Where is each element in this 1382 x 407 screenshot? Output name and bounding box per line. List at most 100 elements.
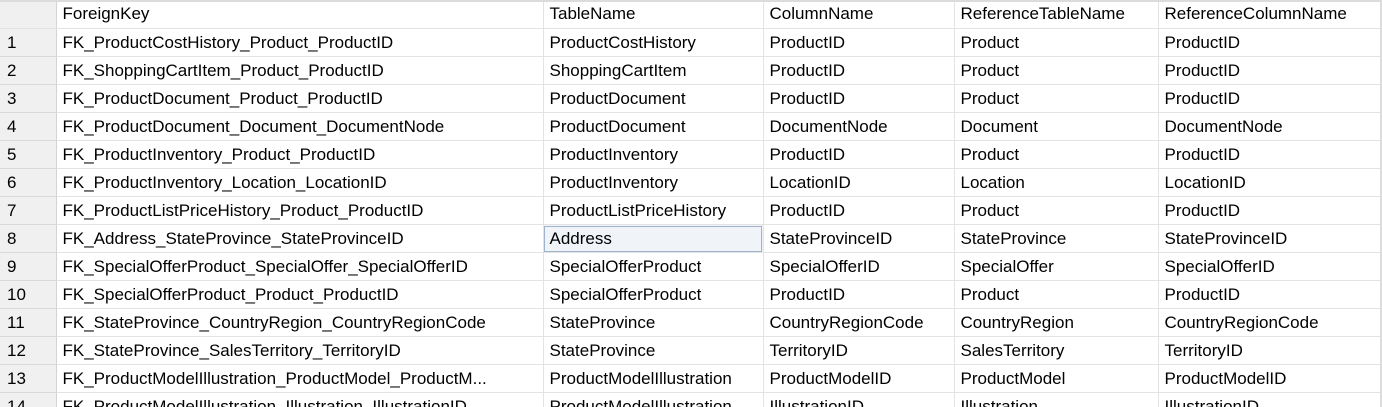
foreign-key-cell[interactable]: FK_ShoppingCartItem_Product_ProductID — [56, 56, 544, 85]
reference-column-name-cell[interactable]: DocumentNode — [1158, 112, 1382, 141]
foreign-key-cell[interactable]: FK_StateProvince_CountryRegion_CountryRe… — [56, 308, 544, 337]
column-name-cell[interactable]: SpecialOfferID — [763, 252, 955, 281]
column-name-cell[interactable]: CountryRegionCode — [763, 308, 955, 337]
foreign-key-cell[interactable]: FK_ProductModelIllustration_Illustration… — [56, 392, 544, 407]
table-row[interactable]: 12 FK_StateProvince_SalesTerritory_Territ… — [0, 336, 1382, 365]
table-row[interactable]: 13 FK_ProductModelIllustration_ProductMod… — [0, 364, 1382, 393]
column-name-cell[interactable]: StateProvinceID — [763, 224, 955, 253]
table-name-cell[interactable]: SpecialOfferProduct — [543, 252, 764, 281]
row-number-cell[interactable]: 13 — [0, 364, 57, 393]
foreign-key-cell[interactable]: FK_SpecialOfferProduct_SpecialOffer_Spec… — [56, 252, 544, 281]
reference-column-name-cell[interactable]: LocationID — [1158, 168, 1382, 197]
table-row[interactable]: 1 FK_ProductCostHistory_Product_ProductID… — [0, 28, 1382, 57]
table-row[interactable]: 5 FK_ProductInventory_Product_ProductID Pr… — [0, 140, 1382, 169]
table-name-cell[interactable]: ProductModelIllustration — [543, 364, 764, 393]
reference-table-name-cell[interactable]: ProductModel — [954, 364, 1159, 393]
row-number-cell[interactable]: 10 — [0, 280, 57, 309]
row-number-cell[interactable]: 8 — [0, 224, 57, 253]
reference-column-name-cell[interactable]: ProductID — [1158, 28, 1382, 57]
reference-table-name-cell[interactable]: Product — [954, 140, 1159, 169]
reference-table-name-cell[interactable]: Product — [954, 84, 1159, 113]
foreign-key-cell[interactable]: FK_ProductDocument_Document_DocumentNode — [56, 112, 544, 141]
table-name-cell[interactable]: ProductDocument — [543, 112, 764, 141]
table-name-cell[interactable]: ProductInventory — [543, 168, 764, 197]
row-number-cell[interactable]: 3 — [0, 84, 57, 113]
table-row[interactable]: 11 FK_StateProvince_CountryRegion_Country… — [0, 308, 1382, 337]
reference-column-name-cell[interactable]: ProductID — [1158, 84, 1382, 113]
table-name-cell[interactable]: StateProvince — [543, 336, 764, 365]
foreign-key-cell[interactable]: FK_ProductDocument_Product_ProductID — [56, 84, 544, 113]
table-name-cell[interactable]: SpecialOfferProduct — [543, 280, 764, 309]
reference-column-name-cell[interactable]: TerritoryID — [1158, 336, 1382, 365]
table-row[interactable]: 7 FK_ProductListPriceHistory_Product_Prod… — [0, 196, 1382, 225]
column-name-cell[interactable]: ProductID — [763, 84, 955, 113]
table-name-cell[interactable]: StateProvince — [543, 308, 764, 337]
column-name-cell[interactable]: DocumentNode — [763, 112, 955, 141]
reference-table-name-cell[interactable]: SalesTerritory — [954, 336, 1159, 365]
reference-table-name-cell[interactable]: StateProvince — [954, 224, 1159, 253]
table-name-cell[interactable]: ProductDocument — [543, 84, 764, 113]
foreign-key-cell[interactable]: FK_ProductListPriceHistory_Product_Produ… — [56, 196, 544, 225]
column-header-reference-table-name[interactable]: ReferenceTableName — [954, 0, 1159, 29]
table-row[interactable]: 6 FK_ProductInventory_Location_LocationID… — [0, 168, 1382, 197]
foreign-key-cell[interactable]: FK_ProductInventory_Location_LocationID — [56, 168, 544, 197]
row-number-cell[interactable]: 11 — [0, 308, 57, 337]
reference-table-name-cell[interactable]: Product — [954, 28, 1159, 57]
row-number-cell[interactable]: 14 — [0, 392, 57, 407]
foreign-key-cell[interactable]: FK_Address_StateProvince_StateProvinceID — [56, 224, 544, 253]
row-number-cell[interactable]: 6 — [0, 168, 57, 197]
reference-table-name-cell[interactable]: Product — [954, 280, 1159, 309]
table-row[interactable]: 8 FK_Address_StateProvince_StateProvinceI… — [0, 224, 1382, 253]
column-header-column-name[interactable]: ColumnName — [763, 0, 955, 29]
table-name-cell[interactable]: Address — [543, 224, 764, 253]
table-name-cell[interactable]: ShoppingCartItem — [543, 56, 764, 85]
row-number-cell[interactable]: 1 — [0, 28, 57, 57]
row-number-cell[interactable]: 9 — [0, 252, 57, 281]
reference-column-name-cell[interactable]: ProductModelID — [1158, 364, 1382, 393]
reference-table-name-cell[interactable]: Document — [954, 112, 1159, 141]
foreign-key-cell[interactable]: FK_StateProvince_SalesTerritory_Territor… — [56, 336, 544, 365]
column-name-cell[interactable]: ProductID — [763, 280, 955, 309]
column-name-cell[interactable]: ProductID — [763, 28, 955, 57]
reference-column-name-cell[interactable]: CountryRegionCode — [1158, 308, 1382, 337]
reference-table-name-cell[interactable]: Product — [954, 196, 1159, 225]
table-name-cell[interactable]: ProductInventory — [543, 140, 764, 169]
table-name-cell[interactable]: ProductCostHistory — [543, 28, 764, 57]
row-number-cell[interactable]: 7 — [0, 196, 57, 225]
column-name-cell[interactable]: IllustrationID — [763, 392, 955, 407]
column-name-cell[interactable]: LocationID — [763, 168, 955, 197]
reference-column-name-cell[interactable]: SpecialOfferID — [1158, 252, 1382, 281]
table-name-cell[interactable]: ProductListPriceHistory — [543, 196, 764, 225]
table-row[interactable]: 2 FK_ShoppingCartItem_Product_ProductID Sh… — [0, 56, 1382, 85]
table-row[interactable]: 9 FK_SpecialOfferProduct_SpecialOffer_Spe… — [0, 252, 1382, 281]
table-name-cell[interactable]: ProductModelIllustration — [543, 392, 764, 407]
table-row[interactable]: 14 FK_ProductModelIllustration_Illustrati… — [0, 392, 1382, 407]
foreign-key-cell[interactable]: FK_ProductInventory_Product_ProductID — [56, 140, 544, 169]
reference-table-name-cell[interactable]: Location — [954, 168, 1159, 197]
column-name-cell[interactable]: ProductModelID — [763, 364, 955, 393]
row-number-cell[interactable]: 5 — [0, 140, 57, 169]
results-grid[interactable]: ForeignKey TableName ColumnName ReferenceTa… — [0, 0, 1382, 407]
column-header-foreign-key[interactable]: ForeignKey — [56, 0, 544, 29]
row-number-cell[interactable]: 4 — [0, 112, 57, 141]
row-number-cell[interactable]: 12 — [0, 336, 57, 365]
reference-table-name-cell[interactable]: Product — [954, 56, 1159, 85]
reference-table-name-cell[interactable]: CountryRegion — [954, 308, 1159, 337]
column-header-row-number[interactable] — [0, 0, 57, 29]
foreign-key-cell[interactable]: FK_ProductCostHistory_Product_ProductID — [56, 28, 544, 57]
reference-column-name-cell[interactable]: ProductID — [1158, 280, 1382, 309]
column-header-table-name[interactable]: TableName — [543, 0, 764, 29]
column-name-cell[interactable]: TerritoryID — [763, 336, 955, 365]
row-number-cell[interactable]: 2 — [0, 56, 57, 85]
reference-column-name-cell[interactable]: ProductID — [1158, 196, 1382, 225]
table-row[interactable]: 10 FK_SpecialOfferProduct_Product_Product… — [0, 280, 1382, 309]
reference-table-name-cell[interactable]: SpecialOffer — [954, 252, 1159, 281]
column-name-cell[interactable]: ProductID — [763, 196, 955, 225]
column-name-cell[interactable]: ProductID — [763, 140, 955, 169]
reference-table-name-cell[interactable]: Illustration — [954, 392, 1159, 407]
reference-column-name-cell[interactable]: StateProvinceID — [1158, 224, 1382, 253]
foreign-key-cell[interactable]: FK_ProductModelIllustration_ProductModel… — [56, 364, 544, 393]
column-header-reference-column-name[interactable]: ReferenceColumnName — [1158, 0, 1382, 29]
column-name-cell[interactable]: ProductID — [763, 56, 955, 85]
table-row[interactable]: 3 FK_ProductDocument_Product_ProductID Pro… — [0, 84, 1382, 113]
